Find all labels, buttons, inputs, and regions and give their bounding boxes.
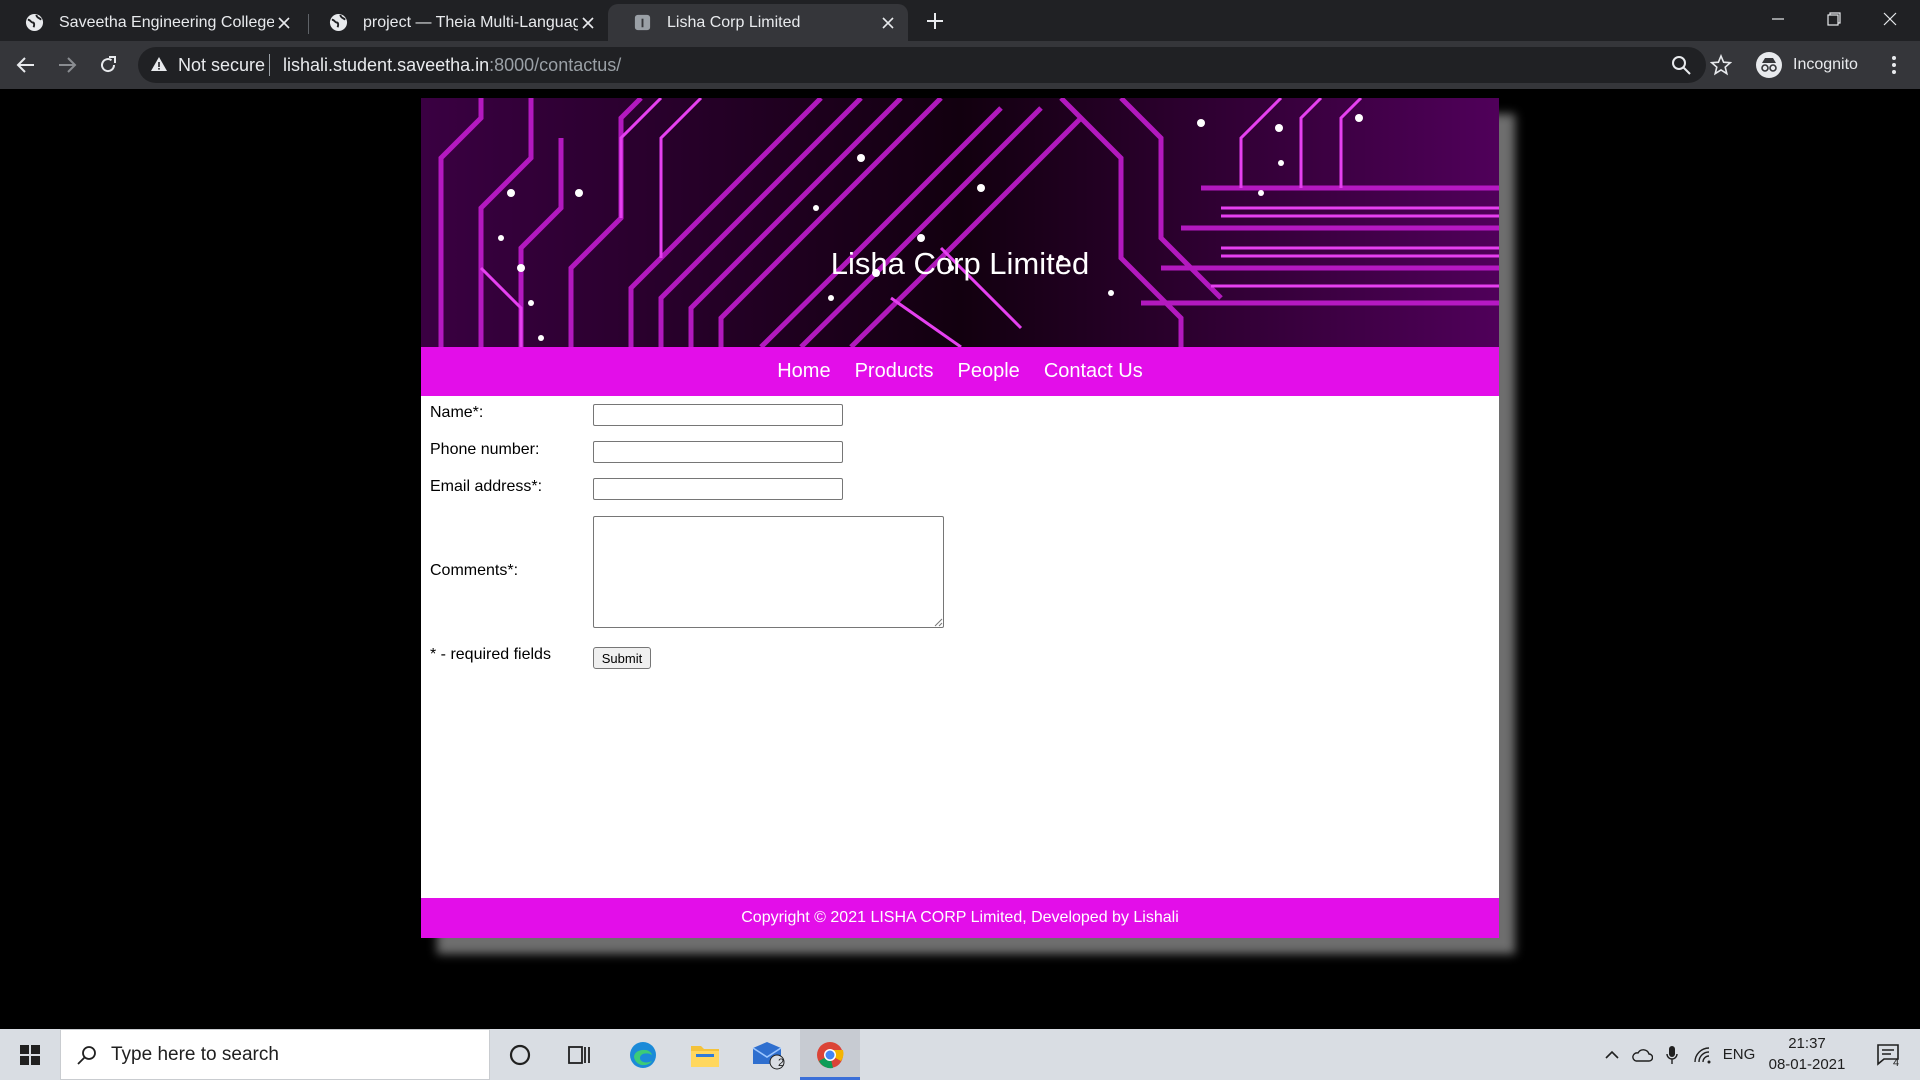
nav-products-link[interactable]: Products (855, 360, 934, 383)
star-icon[interactable] (1710, 54, 1732, 76)
phone-field[interactable] (593, 441, 843, 463)
incognito-profile-button[interactable]: Incognito (1749, 47, 1873, 83)
edge-icon (630, 1041, 656, 1068)
back-button[interactable] (12, 51, 40, 79)
forward-button[interactable] (53, 51, 81, 79)
comments-field[interactable] (593, 516, 944, 628)
chrome-button[interactable] (800, 1029, 860, 1080)
site-container: Lisha Corp Limited Home Products People … (421, 98, 1499, 938)
address-divider (269, 54, 270, 76)
close-tab-icon[interactable] (578, 13, 598, 33)
file-explorer-button[interactable] (675, 1029, 735, 1080)
globe-icon (25, 13, 44, 32)
nav-contact-link[interactable]: Contact Us (1044, 360, 1143, 383)
chrome-icon (817, 1041, 844, 1068)
resize-grip-icon[interactable] (934, 618, 943, 627)
mail-button[interactable]: 2 (738, 1029, 798, 1080)
nav-home-link[interactable]: Home (777, 360, 830, 383)
page-viewport: Lisha Corp Limited Home Products People … (0, 89, 1920, 1029)
arrow-right-icon (59, 57, 77, 73)
start-button[interactable] (0, 1029, 60, 1080)
name-field[interactable] (593, 404, 843, 426)
search-icon (77, 1045, 96, 1065)
phone-label: Phone number: (430, 441, 540, 458)
close-window-button[interactable] (1862, 0, 1918, 38)
url-text[interactable]: lishali.student.saveetha.in:8000/contact… (283, 55, 621, 76)
mail-badge: 2 (778, 1057, 785, 1069)
plus-icon (927, 13, 943, 29)
close-tab-icon[interactable] (274, 13, 294, 33)
clock[interactable]: 21:37 08-01-2021 (1762, 1033, 1852, 1075)
site-footer: Copyright © 2021 LISHA CORP Limited, Dev… (421, 898, 1499, 938)
network-button[interactable] (1690, 1029, 1716, 1080)
browser-menu-button[interactable] (1882, 51, 1906, 79)
comments-label: Comments*: (430, 562, 519, 579)
cortana-button[interactable] (490, 1029, 550, 1080)
wifi-icon (1694, 1046, 1711, 1063)
show-hidden-icons-button[interactable] (1600, 1029, 1624, 1080)
warning-icon (151, 57, 167, 71)
profile-label: Incognito (1793, 56, 1858, 73)
minimize-button[interactable] (1750, 0, 1806, 38)
name-label: Name*: (430, 404, 484, 421)
page-icon (634, 14, 651, 31)
clock-date: 08-01-2021 (1768, 1056, 1846, 1073)
cloud-icon (1632, 1048, 1653, 1062)
tab-saveetha[interactable]: Saveetha Engineering College (0, 4, 304, 41)
windows-logo-icon (20, 1044, 40, 1065)
nav-people-link[interactable]: People (958, 360, 1020, 383)
security-status[interactable]: Not secure (178, 55, 265, 76)
reload-button[interactable] (94, 51, 122, 79)
more-vert-icon (1892, 56, 1896, 74)
chevron-up-icon (1605, 1050, 1619, 1059)
cortana-circle-icon (509, 1044, 531, 1065)
edge-browser-button[interactable] (613, 1029, 673, 1080)
circuit-board-image (421, 98, 1499, 347)
task-view-button[interactable] (550, 1029, 610, 1080)
language-indicator[interactable]: ENG (1722, 1029, 1756, 1080)
search-zoom-icon[interactable] (1670, 54, 1692, 76)
globe-icon (329, 13, 348, 32)
submit-button[interactable]: Submit (593, 647, 651, 669)
email-field[interactable] (593, 478, 843, 500)
incognito-icon (1756, 52, 1782, 78)
notification-count: 4 (1893, 1057, 1900, 1069)
taskbar-search-box[interactable]: Type here to search (60, 1029, 490, 1080)
url-path: :8000/contactus/ (489, 55, 622, 75)
tab-lisha-corp[interactable]: Lisha Corp Limited (608, 4, 908, 41)
url-host: lishali.student.saveetha.in (283, 55, 490, 75)
contact-form: Name*: Phone number: Email address*: Com… (421, 396, 1499, 796)
browser-toolbar: Not secure lishali.student.saveetha.in:8… (0, 41, 1920, 89)
notifications-button[interactable]: 4 (1866, 1029, 1912, 1080)
header-banner: Lisha Corp Limited (421, 98, 1499, 347)
search-placeholder: Type here to search (111, 1043, 279, 1065)
main-nav: Home Products People Contact Us (421, 347, 1499, 396)
folder-icon (691, 1045, 719, 1067)
onedrive-button[interactable] (1629, 1029, 1655, 1080)
task-view-icon (568, 1045, 590, 1064)
close-tab-icon[interactable] (878, 13, 898, 33)
windows-taskbar: Type here to search 2 ENG 21:37 08-01-20… (0, 1029, 1920, 1080)
address-bar[interactable]: Not secure lishali.student.saveetha.in:8… (138, 47, 1732, 83)
microphone-icon (1666, 1045, 1678, 1064)
tab-title: project — Theia Multi-Language (363, 13, 578, 31)
reload-icon (101, 56, 116, 73)
tab-theia[interactable]: project — Theia Multi-Language (304, 4, 608, 41)
restore-button[interactable] (1806, 0, 1862, 38)
new-tab-button[interactable] (922, 8, 948, 34)
required-fields-note: * - required fields (430, 646, 551, 663)
tab-title: Lisha Corp Limited (667, 13, 801, 31)
microphone-button[interactable] (1660, 1029, 1684, 1080)
email-label: Email address*: (430, 478, 543, 495)
tab-title: Saveetha Engineering College (59, 13, 274, 31)
clock-time: 21:37 (1788, 1035, 1826, 1052)
browser-tab-bar: Saveetha Engineering College project — T… (0, 0, 1920, 41)
site-title: Lisha Corp Limited (830, 246, 1090, 281)
arrow-left-icon (16, 57, 34, 73)
